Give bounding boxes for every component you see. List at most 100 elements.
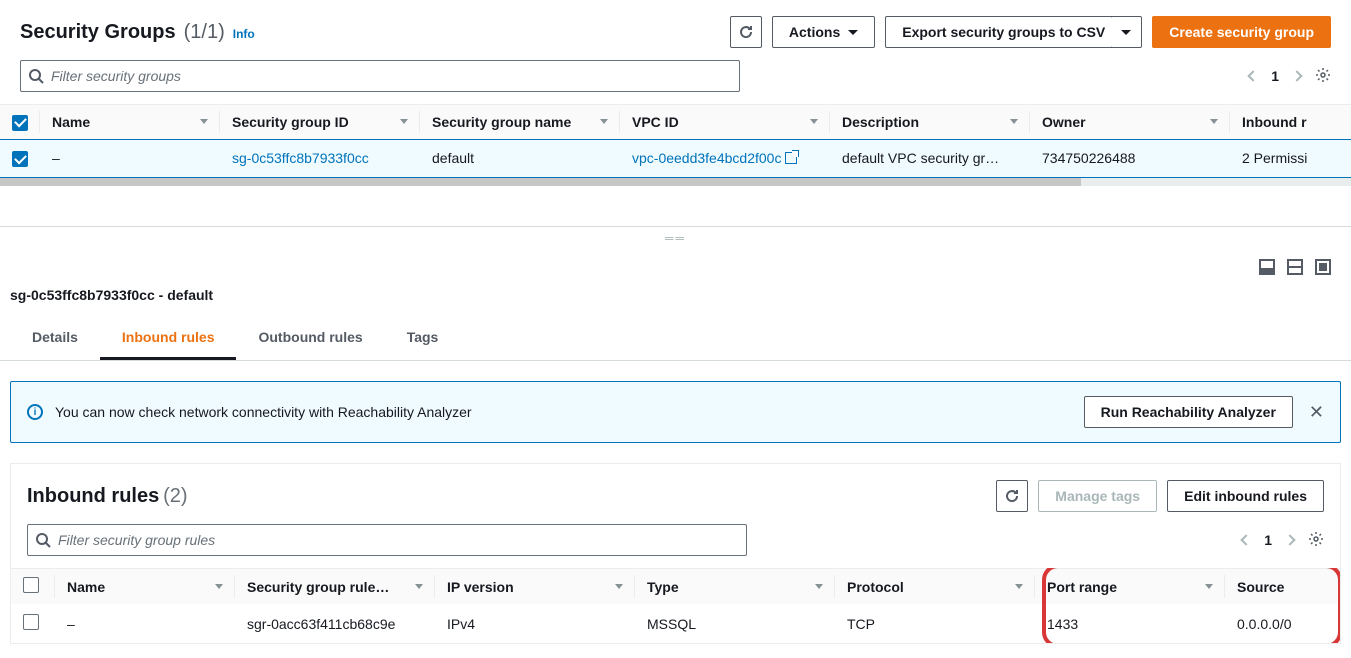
cell-inbound: 2 Permissi [1230,139,1351,178]
edit-inbound-rules-button[interactable]: Edit inbound rules [1167,480,1324,512]
info-link[interactable]: Info [233,27,255,41]
col-type[interactable]: Type [647,579,679,595]
export-csv-button[interactable]: Export security groups to CSV [885,16,1122,48]
export-label: Export security groups to CSV [902,24,1105,40]
cell-type: MSSQL [635,604,835,643]
page-title-group: Security Groups (1/1) Info [20,21,255,44]
col-protocol[interactable]: Protocol [847,579,904,595]
col-rule-name[interactable]: Name [67,579,105,595]
col-rule-id[interactable]: Security group rule… [247,579,389,595]
col-sg-id[interactable]: Security group ID [232,114,349,130]
inbound-rules-table: Name Security group rule… IP version Typ… [11,568,1340,643]
page-number: 1 [1271,68,1279,84]
sort-icon[interactable] [1015,584,1023,589]
sort-icon[interactable] [415,584,423,589]
vpc-id-link[interactable]: vpc-0eedd3fe4bcd2f00c [632,150,781,166]
row-checkbox[interactable] [12,151,28,167]
resize-handle[interactable]: ══ [0,227,1351,249]
next-page-rules[interactable] [1284,534,1295,545]
caret-down-icon [848,30,858,35]
detail-title: sg-0c53ffc8b7933f0cc - default [0,275,1351,303]
sort-icon[interactable] [400,119,408,124]
create-security-group-button[interactable]: Create security group [1152,16,1331,48]
refresh-button[interactable] [730,16,762,48]
refresh-rules-button[interactable] [996,480,1028,512]
refresh-icon [738,24,754,40]
actions-button[interactable]: Actions [772,16,875,48]
caret-down-icon [1121,30,1131,35]
sort-icon[interactable] [1205,584,1213,589]
col-source[interactable]: Source [1237,579,1284,595]
tab-details[interactable]: Details [10,317,100,360]
settings-rules-button[interactable] [1308,531,1324,550]
sort-icon[interactable] [815,584,823,589]
panel-layout-bottom-icon[interactable] [1259,259,1275,275]
col-ip-version[interactable]: IP version [447,579,514,595]
panel-layout-split-icon[interactable] [1287,259,1303,275]
security-groups-table: Name Security group ID Security group na… [0,104,1351,178]
alert-text: You can now check network connectivity w… [55,404,472,420]
cell-protocol: TCP [835,604,1035,643]
gear-icon [1315,67,1331,83]
detail-tabs: Details Inbound rules Outbound rules Tag… [0,317,1351,361]
external-link-icon [785,152,797,164]
col-name[interactable]: Name [52,114,90,130]
cell-port-range: 1433 [1035,604,1225,643]
run-reachability-button[interactable]: Run Reachability Analyzer [1084,396,1293,428]
search-icon [35,532,51,548]
table-row[interactable]: – sg-0c53ffc8b7933f0cc default vpc-0eedd… [0,139,1351,178]
col-description[interactable]: Description [842,114,919,130]
next-page-button[interactable] [1291,70,1302,81]
inbound-rules-title: Inbound rules [27,485,159,507]
tab-tags[interactable]: Tags [385,317,461,360]
filter-rules-input[interactable] [27,524,747,556]
cell-owner: 734750226488 [1030,139,1230,178]
close-alert-button[interactable]: ✕ [1309,402,1324,423]
sort-icon[interactable] [1210,119,1218,124]
cell-sg-name: default [420,139,620,178]
col-owner[interactable]: Owner [1042,114,1086,130]
page-title: Security Groups [20,21,176,44]
sort-icon[interactable] [200,119,208,124]
search-box-rules [27,524,747,556]
reachability-alert: i You can now check network connectivity… [10,381,1341,443]
select-all-checkbox[interactable] [12,115,28,131]
refresh-icon [1004,488,1020,504]
col-port-range[interactable]: Port range [1047,579,1117,595]
manage-tags-button: Manage tags [1038,480,1157,512]
table-row[interactable]: – sgr-0acc63f411cb68c9e IPv4 MSSQL TCP 1… [11,604,1340,643]
cell-description: default VPC security gr… [830,139,1030,178]
tab-inbound-rules[interactable]: Inbound rules [100,317,237,360]
search-icon [28,68,44,84]
row-checkbox[interactable] [23,614,39,630]
tab-outbound-rules[interactable]: Outbound rules [236,317,384,360]
col-inbound[interactable]: Inbound r [1242,114,1307,130]
inbound-rules-count: (2) [163,485,187,507]
cell-name: – [40,139,220,178]
sort-icon[interactable] [810,119,818,124]
cell-rule-name: – [55,604,235,643]
page-title-count: (1/1) [184,21,225,44]
create-label: Create security group [1169,24,1314,40]
col-vpc-id[interactable]: VPC ID [632,114,679,130]
page-number-rules: 1 [1264,532,1272,548]
info-icon: i [27,404,43,420]
col-sg-name[interactable]: Security group name [432,114,571,130]
gear-icon [1308,531,1324,547]
cell-ip-version: IPv4 [435,604,635,643]
horizontal-scrollbar[interactable] [0,178,1351,186]
panel-layout-full-icon[interactable] [1315,259,1331,275]
actions-label: Actions [789,24,840,40]
sort-icon[interactable] [215,584,223,589]
search-box-main [20,60,740,92]
prev-page-rules[interactable] [1241,534,1252,545]
filter-security-groups-input[interactable] [20,60,740,92]
select-all-rules-checkbox[interactable] [23,577,39,593]
sort-icon[interactable] [1010,119,1018,124]
settings-button[interactable] [1315,67,1331,86]
sort-icon[interactable] [600,119,608,124]
export-csv-dropdown[interactable] [1111,16,1142,48]
prev-page-button[interactable] [1248,70,1259,81]
sg-id-link[interactable]: sg-0c53ffc8b7933f0cc [232,150,369,166]
sort-icon[interactable] [615,584,623,589]
